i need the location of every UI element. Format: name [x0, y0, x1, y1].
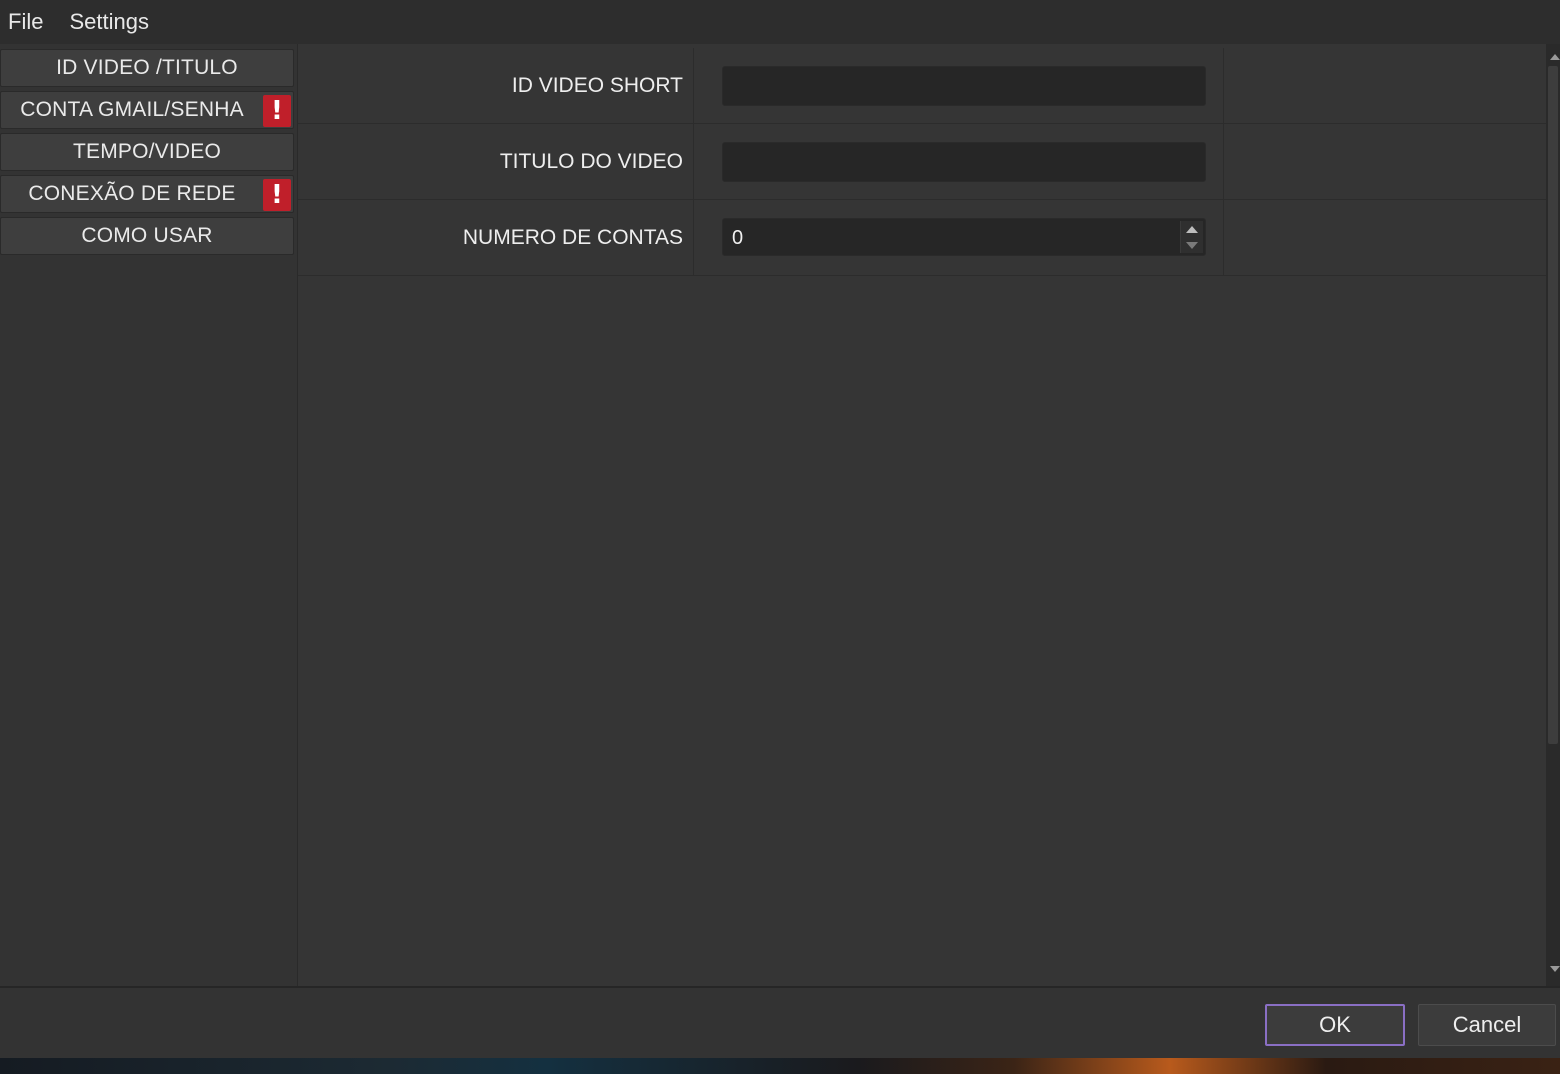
menu-file[interactable]: File [0, 0, 55, 44]
scroll-thumb[interactable] [1548, 66, 1558, 744]
spinbox-value: 0 [732, 227, 744, 249]
arrow-down-icon [1186, 241, 1198, 249]
numero-de-contas-spinbox[interactable]: 0 [722, 218, 1206, 256]
label-cell: ID VIDEO SHORT [298, 48, 694, 123]
input-cell [694, 48, 1224, 123]
settings-dialog: File Settings ID VIDEO /TITULO CONTA GMA… [0, 0, 1560, 1058]
sidebar-item-conta-gmail-senha[interactable]: CONTA GMAIL/SENHA ! [0, 91, 294, 129]
input-cell [694, 124, 1224, 199]
label-cell: TITULO DO VIDEO [298, 124, 694, 199]
titulo-do-video-input[interactable] [722, 142, 1206, 182]
label-cell: NUMERO DE CONTAS [298, 200, 694, 275]
menu-settings[interactable]: Settings [55, 0, 161, 44]
sidebar-item-conexao-de-rede[interactable]: CONEXÃO DE REDE ! [0, 175, 294, 213]
ok-button[interactable]: OK [1265, 1004, 1405, 1046]
input-cell: 0 [694, 200, 1224, 275]
spinbox-decrement-button[interactable] [1181, 237, 1203, 253]
dialog-footer: OK Cancel [0, 986, 1560, 1058]
field-label: ID VIDEO SHORT [511, 74, 683, 97]
warning-icon: ! [263, 95, 291, 127]
sidebar: ID VIDEO /TITULO CONTA GMAIL/SENHA ! TEM… [0, 44, 298, 986]
sidebar-item-label: COMO USAR [81, 224, 213, 247]
field-label: TITULO DO VIDEO [499, 150, 683, 173]
desktop-background [0, 1058, 1560, 1074]
sidebar-item-tempo-video[interactable]: TEMPO/VIDEO [0, 133, 294, 171]
warning-icon: ! [263, 179, 291, 211]
spinbox-increment-button[interactable] [1181, 221, 1203, 237]
sidebar-item-como-usar[interactable]: COMO USAR [0, 217, 294, 255]
vertical-scrollbar[interactable] [1546, 44, 1560, 986]
arrow-up-icon [1186, 225, 1198, 233]
scroll-down-icon[interactable] [1550, 966, 1560, 972]
sidebar-item-label: ID VIDEO /TITULO [56, 56, 238, 79]
form-row-id-video-short: ID VIDEO SHORT [298, 48, 1546, 124]
form-row-titulo-do-video: TITULO DO VIDEO [298, 124, 1546, 200]
scroll-up-icon[interactable] [1550, 54, 1560, 60]
form-row-numero-de-contas: NUMERO DE CONTAS 0 [298, 200, 1546, 276]
field-label: NUMERO DE CONTAS [462, 226, 683, 249]
sidebar-item-label: CONEXÃO DE REDE [28, 182, 236, 205]
sidebar-item-label: CONTA GMAIL/SENHA [20, 98, 244, 121]
settings-form: ID VIDEO SHORT TITULO DO VIDEO NUMERO DE… [298, 44, 1546, 986]
id-video-short-input[interactable] [722, 66, 1206, 106]
cancel-button[interactable]: Cancel [1418, 1004, 1556, 1046]
sidebar-item-id-video-titulo[interactable]: ID VIDEO /TITULO [0, 49, 294, 87]
spinbox-arrows [1180, 221, 1203, 253]
sidebar-item-label: TEMPO/VIDEO [72, 140, 222, 163]
menubar: File Settings [0, 0, 1560, 44]
